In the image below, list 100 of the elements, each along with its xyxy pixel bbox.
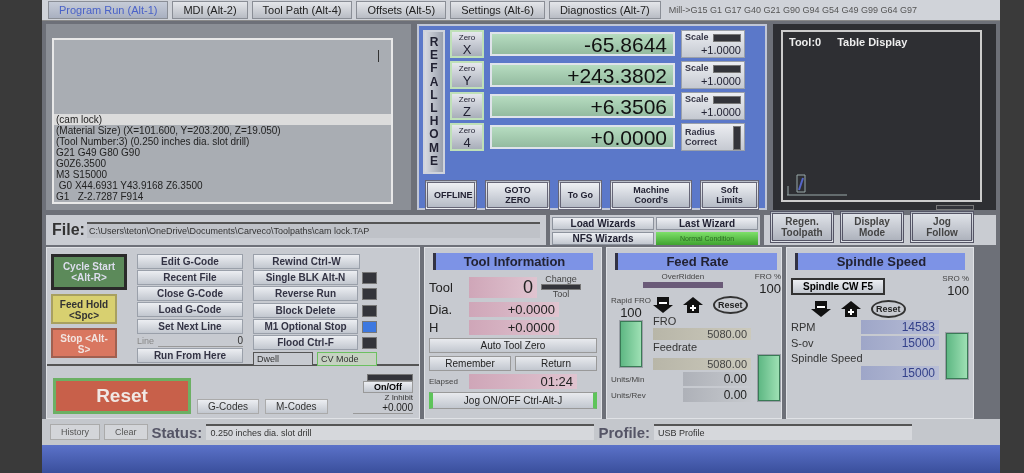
tab[interactable]: Settings (Alt-6) xyxy=(450,1,545,19)
clear-button[interactable]: Clear xyxy=(104,424,148,440)
file-path-field[interactable]: C:\Users\teton\OneDrive\Documents\Carveco\Toolpaths\cam lock.TAP xyxy=(86,222,540,238)
wizard-button[interactable]: Last Wizard xyxy=(656,217,758,230)
zero-button[interactable]: Zero 4 xyxy=(450,123,484,151)
zero-button[interactable]: Zero X xyxy=(450,30,484,58)
text-cursor xyxy=(378,50,379,62)
toggle-button[interactable]: Reverse Run xyxy=(253,286,358,301)
history-button[interactable]: History xyxy=(50,424,100,440)
reset-button[interactable]: Reset xyxy=(871,300,906,318)
tool-sublabel: Tool xyxy=(552,290,570,299)
slider-fill[interactable] xyxy=(758,355,780,401)
on-off-button[interactable]: On/Off xyxy=(363,381,413,393)
axis-readout: +243.3802 xyxy=(490,63,675,87)
jog-toggle-button[interactable]: Jog ON/OFF Ctrl-Alt-J xyxy=(429,392,597,409)
dwell-indicator: Dwell xyxy=(253,352,313,366)
display-button[interactable]: Regen. Toolpath xyxy=(770,211,834,243)
h-field[interactable]: +0.0000 xyxy=(469,320,559,335)
spindle-speed-label: Spindle Speed xyxy=(791,352,864,364)
zero-button[interactable]: Zero Z xyxy=(450,92,484,120)
panel-title: Feed Rate xyxy=(615,253,777,270)
axis-readout: -65.8644 xyxy=(490,32,675,56)
s-ov-field[interactable]: 15000 xyxy=(861,336,939,350)
panel-title: Tool Information xyxy=(433,253,593,270)
dro-button[interactable]: Soft Limits xyxy=(700,179,759,210)
file-label: File: xyxy=(52,221,85,239)
minus-arrow-icon[interactable] xyxy=(811,301,831,317)
return-button[interactable]: Return xyxy=(515,356,597,371)
tool-label: Tool xyxy=(429,279,454,295)
scale-label: Scale xyxy=(685,63,709,73)
change-tool-button[interactable] xyxy=(541,284,581,290)
units-per-min-label: Units/Min xyxy=(611,374,646,384)
fro-percent-label: FRO % xyxy=(754,272,781,281)
file-button[interactable]: Recent File xyxy=(137,270,243,285)
feedrate-label: Feedrate xyxy=(653,341,699,353)
plus-arrow-icon[interactable] xyxy=(683,297,703,313)
file-button[interactable]: Close G-Code xyxy=(137,286,243,301)
scale-label: Scale xyxy=(685,32,709,42)
spindle-cw-button[interactable]: Spindle CW F5 xyxy=(791,277,885,295)
dro-button[interactable]: To Go xyxy=(558,179,603,210)
s-ov-label: S-ov xyxy=(791,337,814,349)
display-button[interactable]: Jog Follow xyxy=(910,211,974,243)
profile-field: USB Profile xyxy=(654,424,913,440)
toggle-button[interactable]: Flood Ctrl-F xyxy=(253,335,358,350)
axis-readout: +0.0000 xyxy=(490,125,675,149)
rapid-fro-value: 100 xyxy=(620,305,642,320)
feed-hold-button[interactable]: Feed Hold <Spc> xyxy=(51,294,117,324)
dro-button[interactable]: OFFLINE xyxy=(425,179,477,210)
rpm-field: 14583 xyxy=(861,320,939,334)
toolpath-drawing xyxy=(787,174,847,196)
m-codes-button[interactable]: M-Codes xyxy=(265,399,328,414)
status-field: 0.250 inches dia. slot drill xyxy=(206,424,595,440)
slider-fill[interactable] xyxy=(946,333,968,379)
set-next-line-button[interactable]: Set Next Line xyxy=(137,319,243,334)
slider-fill[interactable] xyxy=(620,321,642,367)
fro-percent-value: 100 xyxy=(759,281,781,296)
elapsed-label: Elapsed xyxy=(429,377,459,386)
remember-button[interactable]: Remember xyxy=(429,356,511,371)
tool-number: Tool:0 xyxy=(789,36,822,48)
toggle-button[interactable]: Block Delete xyxy=(253,303,358,318)
scale-value: +1.0000 xyxy=(700,75,741,87)
tab[interactable]: MDI (Alt-2) xyxy=(172,1,248,19)
rpm-label: RPM xyxy=(791,321,816,333)
dro-button[interactable]: Machine Coord's xyxy=(610,179,692,210)
toggle-button[interactable]: M1 Optional Stop xyxy=(253,319,358,334)
dia-label: Dia. xyxy=(429,302,454,317)
tab[interactable]: Offsets (Alt-5) xyxy=(356,1,447,19)
line-field[interactable]: 0 xyxy=(158,335,243,347)
reset-button[interactable]: Reset xyxy=(713,296,748,314)
sro-percent-value: 100 xyxy=(947,283,969,298)
toggle-button[interactable]: Single BLK Alt-N xyxy=(253,270,358,285)
units-per-rev-label: Units/Rev xyxy=(611,390,647,400)
toggle-button[interactable]: Rewind Ctrl-W xyxy=(253,254,360,269)
feedrate-field: 5080.00 xyxy=(653,358,751,370)
tool-number-field[interactable]: 0 xyxy=(469,276,537,298)
tab[interactable]: Diagnostics (Alt-7) xyxy=(548,1,661,19)
wizard-button[interactable]: NFS Wizards xyxy=(552,232,654,245)
dia-field[interactable]: +0.0000 xyxy=(469,302,559,317)
display-title: Table Display xyxy=(837,36,908,48)
change-label: Change xyxy=(545,275,577,284)
dro-button[interactable]: GOTO ZERO xyxy=(484,179,551,210)
ref-all-home-button[interactable]: REF ALL HOME xyxy=(423,30,445,174)
run-from-here-button[interactable]: Run From Here xyxy=(137,348,243,363)
fro-field[interactable]: 5080.00 xyxy=(653,328,751,340)
g-codes-button[interactable]: G-Codes xyxy=(197,399,259,414)
auto-tool-zero-button[interactable]: Auto Tool Zero xyxy=(429,338,597,353)
overridden-label: OverRidden xyxy=(661,272,705,281)
minus-arrow-icon[interactable] xyxy=(653,297,673,313)
spindle-speed-field[interactable]: 15000 xyxy=(861,366,939,380)
tab[interactable]: Tool Path (Alt-4) xyxy=(251,1,353,19)
z-inhibit-value[interactable]: +0.000 xyxy=(353,402,413,414)
plus-arrow-icon[interactable] xyxy=(841,301,861,317)
scale-value: +1.0000 xyxy=(700,106,741,118)
radius-correct-label: Radius Correct xyxy=(685,127,718,147)
file-button[interactable]: Load G-Code xyxy=(137,302,243,317)
display-button[interactable]: Display Mode xyxy=(840,211,904,243)
elapsed-time: 01:24 xyxy=(469,374,577,389)
wizard-button[interactable]: Load Wizards xyxy=(552,217,654,230)
zero-button[interactable]: Zero Y xyxy=(450,61,484,89)
file-button[interactable]: Edit G-Code xyxy=(137,254,243,269)
